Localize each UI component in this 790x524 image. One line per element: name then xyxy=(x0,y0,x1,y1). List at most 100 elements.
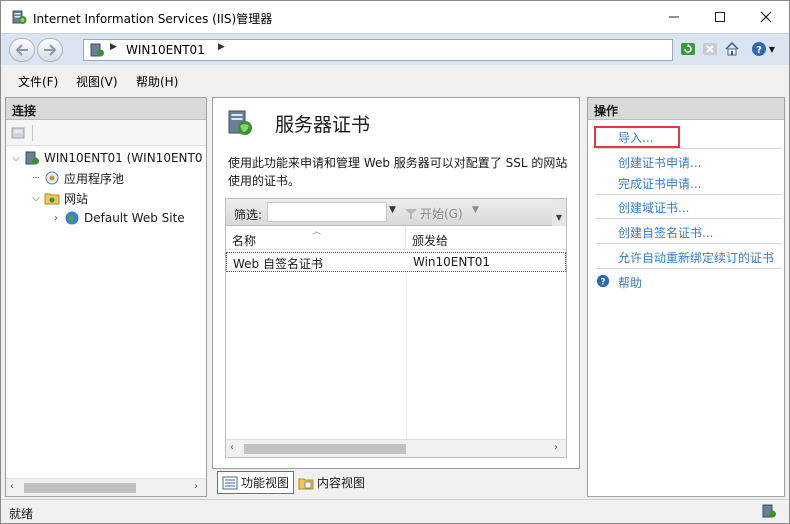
home-button[interactable] xyxy=(723,40,741,58)
tree-item-label: Default Web Site xyxy=(84,211,185,225)
action-complete-request[interactable]: 完成证书申请... xyxy=(618,175,701,192)
column-header-label: 名称 xyxy=(232,234,257,248)
page-description: 使用此功能来申请和管理 Web 服务器可以对配置了 SSL 的网站使用的证书。 xyxy=(228,156,568,188)
globe-icon xyxy=(65,211,79,225)
filter-start-button[interactable]: 开始(G) xyxy=(404,205,463,222)
actions-pane: 操作 导入... 创建证书申请... 完成证书申请... 创建域证书... 创建… xyxy=(587,97,785,497)
table-row[interactable]: Web 自签名证书 Win10ENT01 xyxy=(226,252,566,272)
scroll-down-icon[interactable]: ▼ xyxy=(552,199,566,227)
column-header-name[interactable]: ︿ 名称 xyxy=(226,226,406,250)
chevron-down-icon[interactable]: ▼ xyxy=(389,205,396,215)
maximize-icon xyxy=(715,12,725,22)
actions-header: 操作 xyxy=(588,98,784,120)
address-toolbar: ▶ WIN10ENT01 ▶ ? ▼ xyxy=(1,33,789,65)
title-bar: Internet Information Services (IIS)管理器 xyxy=(1,1,789,33)
tree-item-sites[interactable]: ⌵ 网站 xyxy=(30,188,88,208)
list-hscrollbar[interactable]: ‹ › xyxy=(226,439,566,457)
close-icon xyxy=(760,11,772,23)
cell-name: Web 自签名证书 xyxy=(233,257,323,271)
breadcrumb-server[interactable]: WIN10ENT01 xyxy=(126,43,205,57)
tab-content-view[interactable]: 内容视图 xyxy=(294,471,369,494)
stop-icon xyxy=(703,43,717,55)
action-create-domain-cert[interactable]: 创建域证书... xyxy=(618,199,689,216)
filter-start-label: 开始(G) xyxy=(420,207,463,221)
filter-toolbar: 筛选: ▼ 开始(G) ▼ ▼ xyxy=(225,198,567,227)
status-text: 就绪 xyxy=(9,507,34,521)
arrow-left-icon xyxy=(15,44,28,56)
iis-app-icon xyxy=(12,10,27,24)
feature-view-icon xyxy=(222,476,238,489)
tab-label: 功能视图 xyxy=(241,476,290,490)
tree-item-app-pools[interactable]: ┈ 应用程序池 xyxy=(30,168,124,188)
page-title: 服务器证书 xyxy=(275,114,371,136)
tree-item-label: WIN10ENT01 (WIN10ENT0 xyxy=(44,151,203,165)
help-icon[interactable]: ? xyxy=(596,274,610,288)
close-button[interactable] xyxy=(743,1,789,33)
chevron-right-icon[interactable]: › xyxy=(50,213,62,224)
filter-label: 筛选: xyxy=(234,208,263,222)
tab-feature-view[interactable]: 功能视图 xyxy=(217,471,295,494)
minimize-button[interactable] xyxy=(651,1,697,33)
help-dropdown-button[interactable]: ? ▼ xyxy=(749,40,777,58)
scroll-left-icon[interactable]: ‹ xyxy=(230,442,234,453)
connections-pane: 连接 ⌵ WIN10ENT01 (WIN10ENT0 ┈ 应用程序池 ⌵ 网站 … xyxy=(5,97,207,497)
menu-file[interactable]: 文件(F) xyxy=(18,73,58,90)
column-header-issued-to[interactable]: 颁发给 xyxy=(406,226,566,250)
server-icon xyxy=(90,43,104,57)
chevron-right-icon[interactable]: ▶ xyxy=(110,42,117,52)
menu-view[interactable]: 视图(V) xyxy=(76,73,118,90)
maximize-button[interactable] xyxy=(697,1,743,33)
tree-item-default-web-site[interactable]: › Default Web Site xyxy=(50,208,185,228)
tab-label: 内容视图 xyxy=(317,476,366,490)
chevron-right-icon[interactable]: ▶ xyxy=(218,42,225,52)
refresh-button[interactable] xyxy=(679,40,697,58)
filter-input[interactable] xyxy=(267,202,387,222)
back-button[interactable] xyxy=(9,38,35,62)
feature-pane: 服务器证书 使用此功能来申请和管理 Web 服务器可以对配置了 SSL 的网站使… xyxy=(212,97,580,469)
chevron-down-icon[interactable]: ⌵ xyxy=(30,193,42,204)
certificates-list: ︿ 名称 颁发给 Web 自签名证书 Win10ENT01 ‹ › xyxy=(225,226,567,458)
chevron-down-icon[interactable]: ▼ xyxy=(472,205,479,215)
connections-toolbar xyxy=(6,120,206,146)
connect-icon[interactable] xyxy=(10,125,26,141)
action-auto-rebind[interactable]: 允许自动重新绑定续订的证书 xyxy=(618,249,774,266)
action-divider xyxy=(596,194,782,195)
chevron-down-icon[interactable]: ⌵ xyxy=(10,153,22,164)
folder-icon xyxy=(44,193,60,205)
connections-hscrollbar[interactable]: ‹ › xyxy=(6,478,206,496)
scroll-right-icon[interactable]: › xyxy=(554,442,558,453)
help-icon: ? xyxy=(751,42,766,56)
action-create-self-signed[interactable]: 创建自签名证书... xyxy=(618,224,713,241)
scroll-thumb[interactable] xyxy=(244,444,406,454)
server-icon xyxy=(25,151,39,165)
action-help[interactable]: 帮助 xyxy=(618,274,642,291)
arrow-right-icon xyxy=(44,44,57,56)
toolbar-divider xyxy=(32,125,33,141)
action-import[interactable]: 导入... xyxy=(618,129,653,146)
view-tabs: 功能视图 内容视图 xyxy=(212,471,580,495)
forward-button[interactable] xyxy=(37,38,63,62)
stop-button[interactable] xyxy=(701,40,719,58)
server-status-icon xyxy=(762,504,776,518)
server-certificate-icon xyxy=(228,110,252,135)
tree-item-server[interactable]: ⌵ WIN10ENT01 (WIN10ENT0 xyxy=(10,148,202,168)
app-pool-icon xyxy=(45,171,59,185)
home-icon xyxy=(725,41,739,56)
refresh-icon xyxy=(681,43,695,55)
tree-item-label: 应用程序池 xyxy=(64,171,125,186)
tree-item-label: 网站 xyxy=(64,191,89,206)
menu-help[interactable]: 帮助(H) xyxy=(136,73,178,90)
scroll-left-icon[interactable]: ‹ xyxy=(10,481,14,492)
chevron-down-icon: ▼ xyxy=(768,44,776,54)
scroll-thumb[interactable] xyxy=(24,483,136,493)
column-divider xyxy=(406,274,407,440)
sort-ascending-icon: ︿ xyxy=(312,227,322,237)
address-bar[interactable]: ▶ WIN10ENT01 ▶ xyxy=(83,39,673,61)
scroll-right-icon[interactable]: › xyxy=(194,481,198,492)
cell-issued-to: Win10ENT01 xyxy=(413,255,490,269)
action-divider xyxy=(596,218,782,219)
action-divider xyxy=(596,243,782,244)
menu-bar: 文件(F) 视图(V) 帮助(H) xyxy=(1,66,789,94)
action-create-request[interactable]: 创建证书申请... xyxy=(618,154,701,171)
svg-text:?: ? xyxy=(756,45,762,56)
